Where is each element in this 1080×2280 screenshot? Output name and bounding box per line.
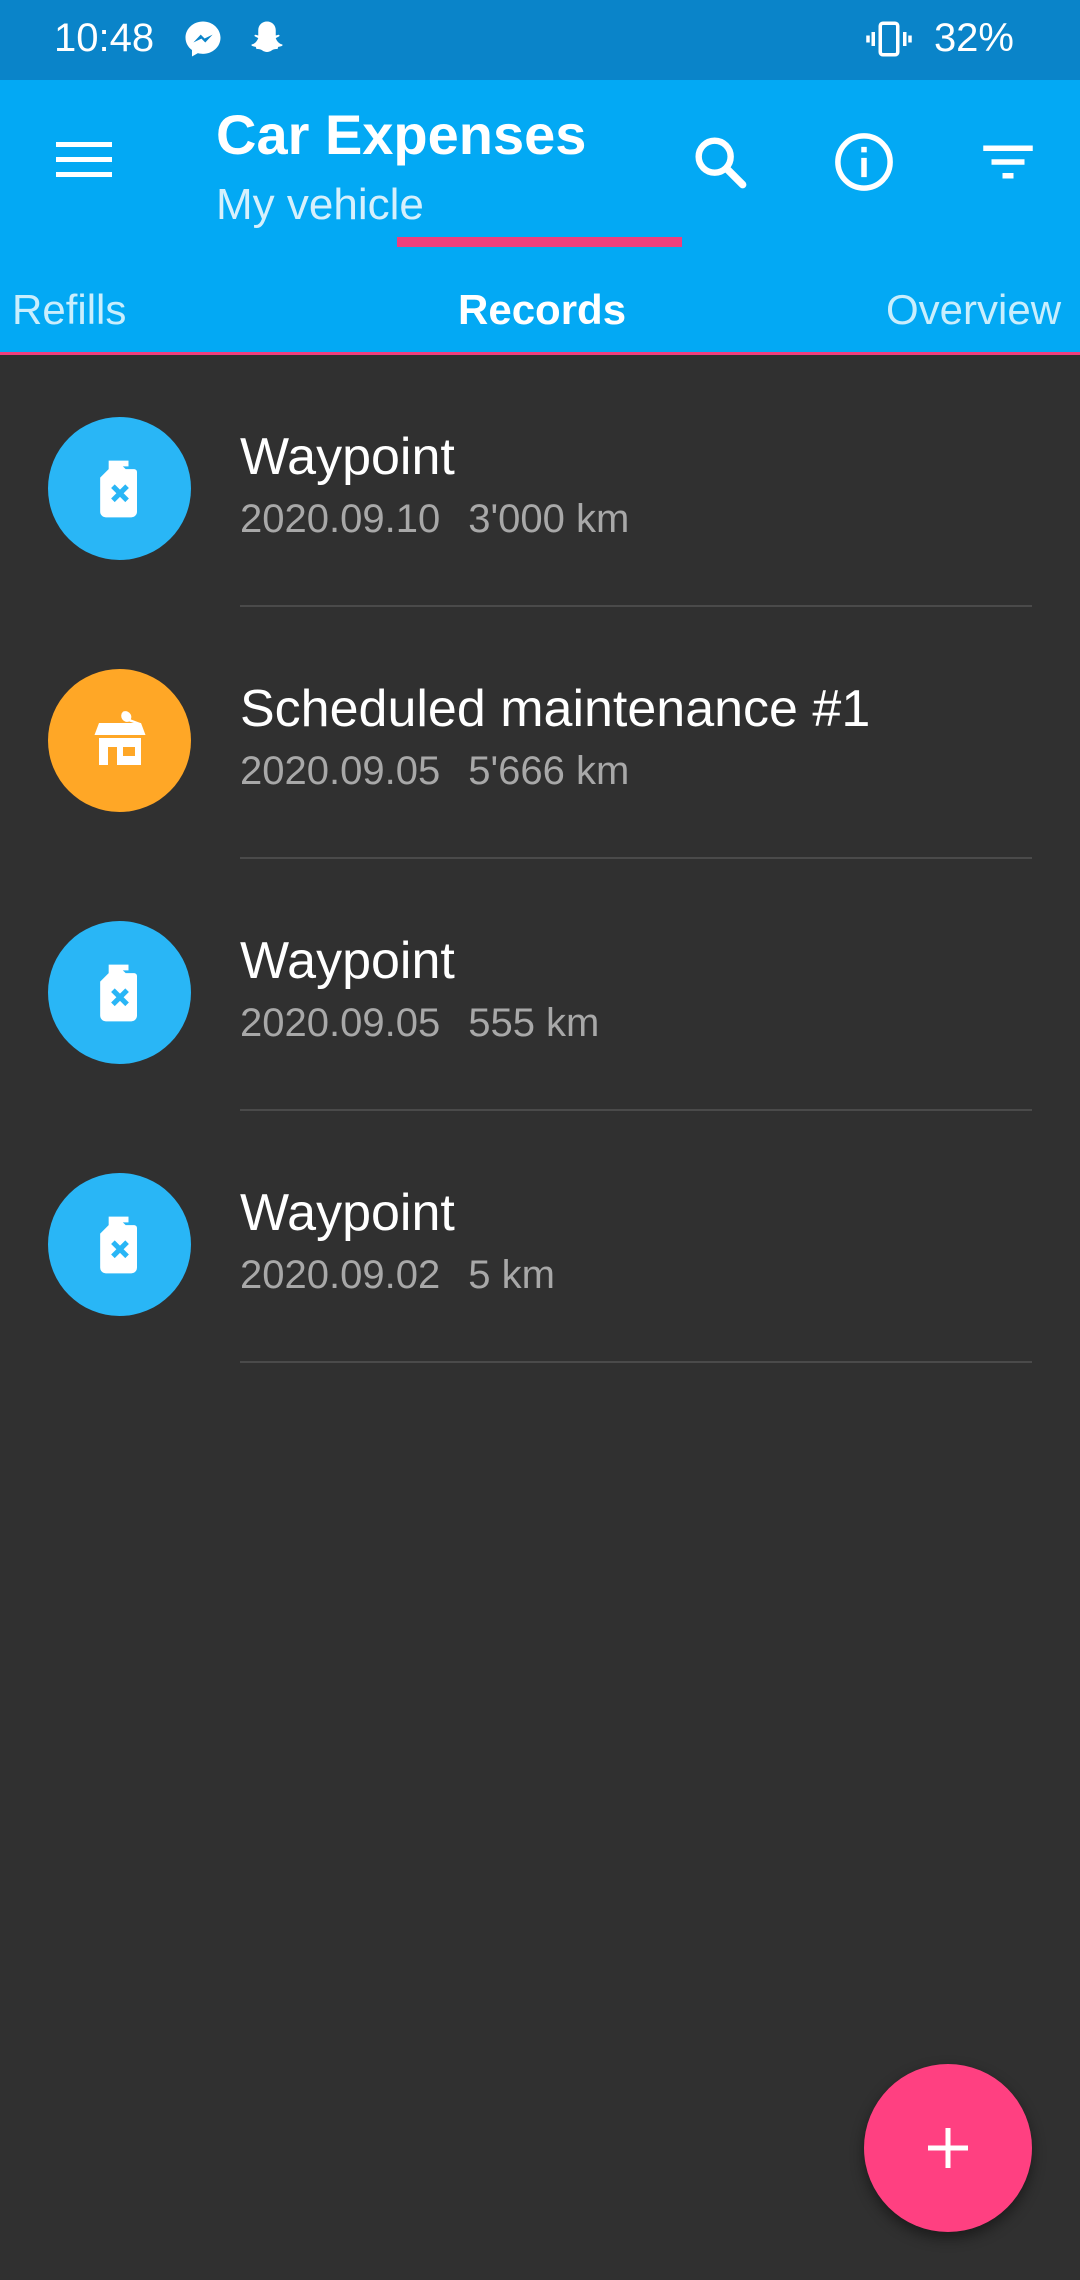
info-button[interactable] <box>824 122 904 202</box>
list-item[interactable]: Waypoint 2020.09.10 3'000 km <box>0 355 1080 607</box>
menu-button[interactable] <box>44 120 124 200</box>
record-title: Waypoint <box>240 932 455 990</box>
status-time: 10:48 <box>54 16 155 60</box>
plus-icon <box>928 2128 968 2168</box>
messenger-icon <box>182 18 224 65</box>
record-type-avatar <box>48 669 191 812</box>
tab-refills[interactable]: Refills <box>12 265 126 355</box>
add-record-button[interactable] <box>864 2064 1032 2232</box>
vehicle-name[interactable]: My vehicle <box>216 180 424 230</box>
record-date: 2020.09.05 <box>240 1001 441 1045</box>
record-type-avatar <box>48 417 191 560</box>
menu-icon <box>56 142 112 177</box>
record-title: Waypoint <box>240 428 455 486</box>
record-distance: 5 km <box>468 1253 555 1297</box>
record-details: 2020.09.05 555 km <box>240 1001 599 1046</box>
record-details: 2020.09.10 3'000 km <box>240 497 629 542</box>
fuel-can-icon <box>99 1216 137 1273</box>
tab-bar: Refills Records Overview <box>0 265 1080 355</box>
records-list: Waypoint 2020.09.10 3'000 km Scheduled ma… <box>0 355 1080 1363</box>
app-title: Car Expenses <box>216 103 587 166</box>
service-shop-icon <box>94 710 145 765</box>
tab-records[interactable]: Records <box>458 265 626 355</box>
fuel-can-icon <box>99 964 137 1021</box>
record-distance: 5'666 km <box>468 749 630 793</box>
filter-button[interactable] <box>968 122 1048 202</box>
battery-level: 32% <box>933 16 1014 60</box>
status-bar: 10:48 32% <box>0 0 1080 80</box>
list-item[interactable]: Waypoint 2020.09.02 5 km <box>0 1111 1080 1363</box>
record-details: 2020.09.02 5 km <box>240 1253 555 1298</box>
info-icon <box>835 133 893 191</box>
list-item[interactable]: Scheduled maintenance #1 2020.09.05 5'666… <box>0 607 1080 859</box>
filter-icon <box>983 145 1033 179</box>
record-date: 2020.09.02 <box>240 1253 441 1297</box>
record-title: Scheduled maintenance #1 <box>240 680 871 738</box>
tab-overview[interactable]: Overview <box>886 265 1061 355</box>
record-date: 2020.09.10 <box>240 497 441 541</box>
app-bar: Car Expenses My vehicle Refills Records … <box>0 80 1080 355</box>
list-item[interactable]: Waypoint 2020.09.05 555 km <box>0 859 1080 1111</box>
record-title: Waypoint <box>240 1184 455 1242</box>
search-icon <box>695 137 747 189</box>
record-distance: 555 km <box>468 1001 600 1045</box>
record-details: 2020.09.05 5'666 km <box>240 749 629 794</box>
record-type-avatar <box>48 1173 191 1316</box>
search-button[interactable] <box>680 122 760 202</box>
record-distance: 3'000 km <box>468 497 630 541</box>
divider <box>240 1361 1032 1363</box>
tab-indicator <box>397 237 682 247</box>
snapchat-icon <box>246 18 288 65</box>
record-type-avatar <box>48 921 191 1064</box>
record-date: 2020.09.05 <box>240 749 441 793</box>
fuel-can-icon <box>99 460 137 517</box>
vibrate-icon <box>866 18 912 65</box>
